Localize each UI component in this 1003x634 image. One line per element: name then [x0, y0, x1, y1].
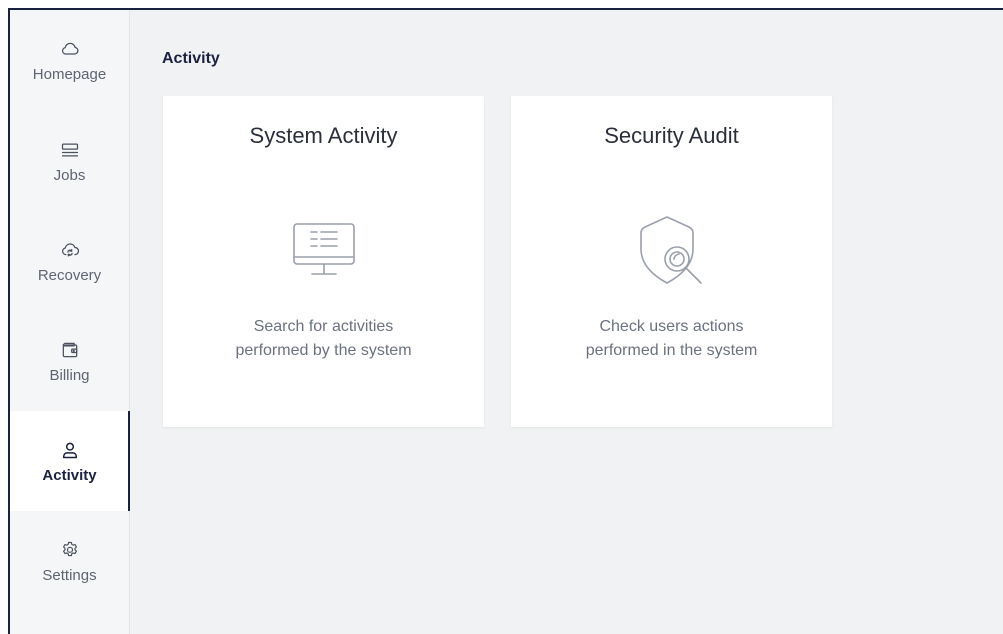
sidebar: Homepage Jobs Recovery Billing Activity … [10, 10, 130, 634]
user-icon [59, 439, 81, 461]
shield-search-icon [632, 211, 712, 291]
sidebar-item-label: Activity [42, 466, 97, 484]
card-description: Search for activities performed by the s… [235, 318, 412, 359]
monitor-list-icon [284, 211, 364, 291]
app-window: Homepage Jobs Recovery Billing Activity … [8, 8, 1003, 634]
sidebar-item-jobs[interactable]: Jobs [10, 111, 129, 211]
list-icon [59, 139, 81, 161]
sidebar-item-label: Homepage [32, 66, 107, 83]
card-grid: System Activity Search for activities pe… [163, 96, 832, 427]
security-audit-card[interactable]: Security Audit Check users actions perfo… [511, 96, 832, 427]
system-activity-card[interactable]: System Activity Search for activities pe… [163, 96, 484, 427]
sidebar-item-label: Billing [49, 366, 90, 384]
sidebar-item-settings[interactable]: Settings [10, 511, 129, 611]
main-content: Activity System Activity Search for acti… [130, 10, 1003, 634]
sidebar-item-activity[interactable]: Activity [10, 411, 130, 511]
sidebar-item-homepage[interactable]: Homepage [10, 10, 129, 111]
sidebar-item-label: Recovery [37, 266, 102, 284]
page-title: Activity [162, 50, 220, 67]
sidebar-item-label: Jobs [53, 166, 86, 184]
cloud-refresh-icon [59, 239, 81, 261]
gear-icon [59, 539, 81, 561]
card-title: System Activity [249, 123, 398, 148]
sidebar-item-billing[interactable]: Billing [10, 311, 129, 411]
wallet-icon [59, 339, 81, 361]
sidebar-item-label: Settings [42, 566, 97, 584]
card-description: Check users actions performed in the sys… [585, 318, 758, 359]
sidebar-item-recovery[interactable]: Recovery [10, 211, 129, 311]
cloud-icon [59, 38, 81, 60]
card-title: Security Audit [604, 123, 739, 148]
